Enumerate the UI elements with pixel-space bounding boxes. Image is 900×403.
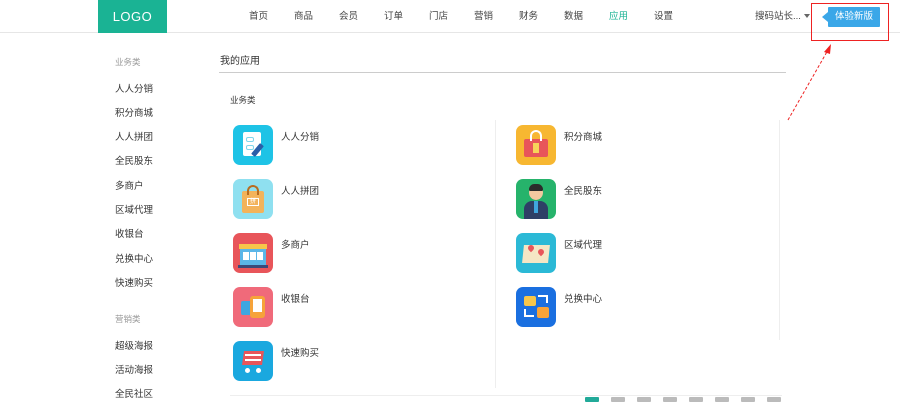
quick-buy-icon [233,341,273,381]
nav-item-marketing[interactable]: 营销 [461,0,506,33]
regional-agent-icon [516,233,556,273]
toolbar-icon[interactable] [637,396,651,402]
toolbar-icon[interactable] [663,396,677,402]
title-divider [219,72,786,73]
toolbar-icon[interactable] [611,396,625,402]
nav-item-settings[interactable]: 设置 [641,0,686,33]
group-buy-icon: 拼 [233,179,273,219]
cashier-icon [233,287,273,327]
nav-item-data[interactable]: 数据 [551,0,596,33]
sidebar-item-exchange-center[interactable]: 兑换中心 [115,251,153,265]
app-name: 收银台 [281,294,310,305]
sidebar-item-community[interactable]: 全民社区 [115,386,153,400]
app-card-quick-buy[interactable]: 快速购买 [233,341,319,381]
app-card-cashier[interactable]: 收银台 [233,287,310,327]
shareholder-icon [516,179,556,219]
sidebar-item-group-buy[interactable]: 人人拼团 [115,129,153,143]
app-card-points-mall[interactable]: 积分商城 [516,125,602,165]
nav-item-home[interactable]: 首页 [236,0,281,33]
main-nav: 首页 商品 会员 订单 门店 营销 财务 数据 应用 设置 [236,0,686,33]
toolbar-icon[interactable] [585,396,599,402]
logo[interactable]: LOGO [98,0,167,33]
bottom-toolbar [585,395,900,403]
app-card-distribution[interactable]: 人人分销 [233,125,319,165]
user-menu[interactable]: 搜码站长... [755,0,810,33]
app-card-group-buy[interactable]: 拼 人人拼团 [233,179,319,219]
app-name: 多商户 [281,240,310,251]
section-label: 业务类 [230,95,256,105]
sidebar-item-multi-merchant[interactable]: 多商户 [115,178,144,192]
app-card-regional-agent[interactable]: 区域代理 [516,233,602,273]
sidebar [0,34,200,403]
app-card-exchange-center[interactable]: 兑换中心 [516,287,602,327]
app-name: 人人分销 [281,132,320,143]
sidebar-item-cashier[interactable]: 收银台 [115,226,144,240]
app-name: 积分商城 [564,132,603,143]
sidebar-item-event-poster[interactable]: 活动海报 [115,362,153,376]
chevron-down-icon [803,14,810,19]
sidebar-item-shareholder[interactable]: 全民股东 [115,153,153,167]
nav-item-stores[interactable]: 门店 [416,0,461,33]
sidebar-group-business: 业务类 [115,57,141,67]
app-name: 兑换中心 [564,294,603,305]
toolbar-icon[interactable] [715,396,729,402]
nav-item-goods[interactable]: 商品 [281,0,326,33]
points-mall-icon [516,125,556,165]
nav-item-orders[interactable]: 订单 [371,0,416,33]
distribution-icon [233,125,273,165]
app-name: 全民股东 [564,186,603,197]
sidebar-item-regional-agent[interactable]: 区域代理 [115,202,153,216]
toolbar-icon[interactable] [741,396,755,402]
app-name: 快速购买 [281,348,320,359]
user-name: 搜码站长... [755,11,801,22]
nav-item-members[interactable]: 会员 [326,0,371,33]
app-name: 区域代理 [564,240,603,251]
multi-merchant-icon [233,233,273,273]
nav-item-finance[interactable]: 财务 [506,0,551,33]
toolbar-icon[interactable] [767,396,781,402]
top-navbar: LOGO 首页 商品 会员 订单 门店 营销 财务 数据 应用 设置 搜码站长.… [0,0,900,33]
app-card-shareholder[interactable]: 全民股东 [516,179,602,219]
sidebar-item-distribution[interactable]: 人人分销 [115,81,153,95]
sidebar-item-quick-buy[interactable]: 快速购买 [115,275,153,289]
try-new-version-button[interactable]: 体验新版 [828,7,880,27]
page-title: 我的应用 [220,56,260,67]
app-name: 人人拼团 [281,186,320,197]
toolbar-icon[interactable] [689,396,703,402]
app-card-multi-merchant[interactable]: 多商户 [233,233,310,273]
panel-border-right [779,120,780,340]
sidebar-item-super-poster[interactable]: 超级海报 [115,338,153,352]
nav-item-apps[interactable]: 应用 [596,0,641,33]
column-divider [495,120,496,388]
sidebar-group-marketing: 营销类 [115,314,141,324]
exchange-center-icon [516,287,556,327]
sidebar-item-points-mall[interactable]: 积分商城 [115,105,153,119]
